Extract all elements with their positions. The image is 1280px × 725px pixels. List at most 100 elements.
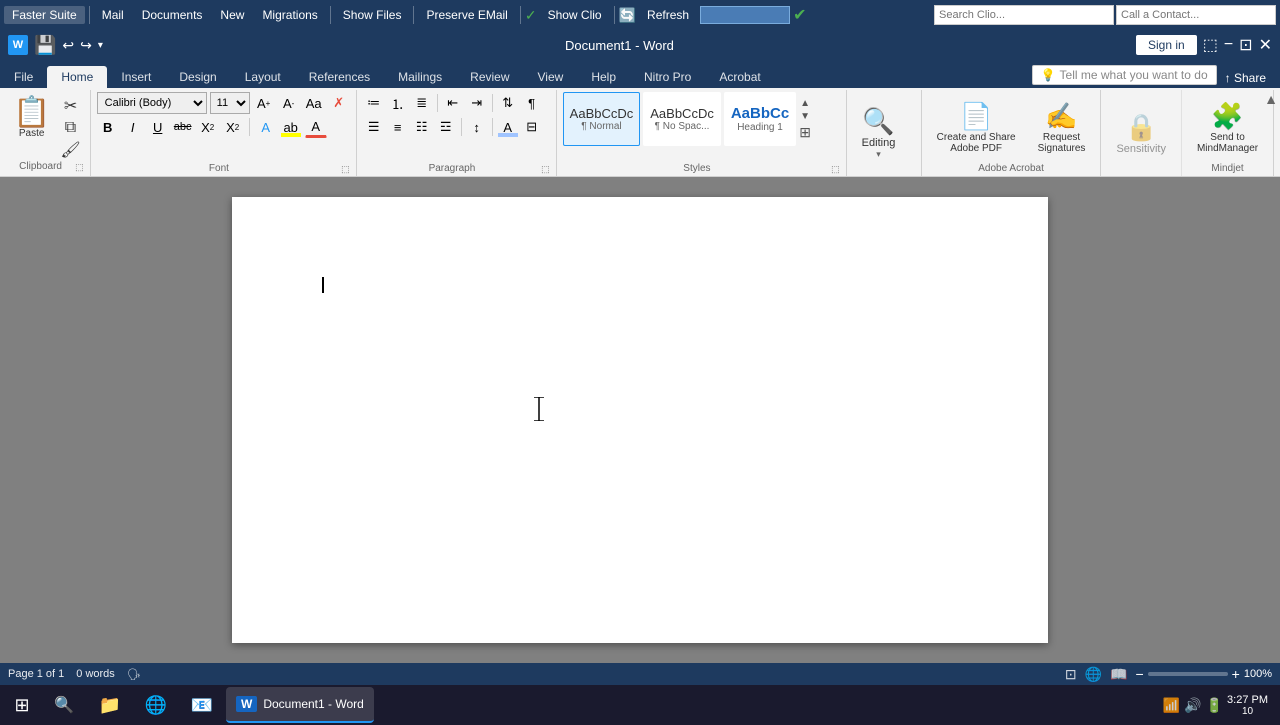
- decrease-indent-button[interactable]: ⇤: [442, 92, 464, 114]
- paste-button[interactable]: 📋 Paste: [6, 93, 57, 161]
- clipboard-expand-icon[interactable]: ⬚: [75, 162, 84, 173]
- font-size-select[interactable]: 11: [210, 92, 250, 114]
- mindmanager-button[interactable]: 🧩 Send toMindManager: [1188, 96, 1267, 159]
- tab-review[interactable]: Review: [456, 66, 523, 88]
- bullets-button[interactable]: ≔: [363, 92, 385, 114]
- styles-expand-icon[interactable]: ⬚: [831, 164, 840, 175]
- increase-indent-button[interactable]: ⇥: [466, 92, 488, 114]
- tab-layout[interactable]: Layout: [231, 66, 295, 88]
- styles-scroll-up[interactable]: ▲: [799, 98, 811, 109]
- taskbar-show-clio[interactable]: Show Clio: [540, 6, 610, 24]
- page-count[interactable]: Page 1 of 1: [8, 668, 64, 680]
- underline-button[interactable]: U: [147, 116, 169, 138]
- tab-file[interactable]: File: [0, 66, 47, 88]
- styles-expand[interactable]: ⊞: [799, 124, 811, 141]
- share-button[interactable]: ↑ Share: [1217, 71, 1274, 85]
- cut-button[interactable]: ✂: [57, 95, 83, 117]
- sensitivity-button[interactable]: 🔒 Sensitivity: [1107, 107, 1175, 160]
- restore-button[interactable]: ⊡: [1239, 35, 1252, 55]
- highlight-button[interactable]: ab: [280, 116, 302, 138]
- tab-help[interactable]: Help: [577, 66, 630, 88]
- zoom-slider[interactable]: [1148, 672, 1228, 676]
- format-painter-button[interactable]: 🖌: [57, 139, 83, 161]
- taskbar-search-button[interactable]: 🔍: [42, 687, 86, 723]
- tab-view[interactable]: View: [524, 66, 578, 88]
- line-spacing-button[interactable]: ↕: [466, 116, 488, 138]
- strikethrough-button[interactable]: abc: [172, 116, 194, 138]
- language-indicator[interactable]: 🗣: [127, 668, 141, 681]
- style-no-spacing[interactable]: AaBbCcDc ¶ No Spac...: [643, 92, 721, 146]
- taskbar-refresh[interactable]: Refresh: [639, 6, 697, 24]
- taskbar-file-explorer[interactable]: 📁: [88, 687, 132, 723]
- align-center-button[interactable]: ≡: [387, 116, 409, 138]
- print-layout-button[interactable]: ⊡: [1065, 666, 1077, 683]
- taskbar-faster-suite[interactable]: Faster Suite: [4, 6, 85, 24]
- close-button[interactable]: ✕: [1259, 35, 1272, 55]
- tab-home[interactable]: Home: [47, 66, 107, 88]
- styles-scroll-down[interactable]: ▼: [799, 111, 811, 122]
- taskbar-email[interactable]: 📧: [180, 687, 224, 723]
- taskbar-documents[interactable]: Documents: [134, 6, 211, 24]
- taskbar-mail[interactable]: Mail: [94, 6, 132, 24]
- show-hide-button[interactable]: ¶: [521, 92, 543, 114]
- grow-font-button[interactable]: A+: [253, 92, 275, 114]
- ribbon-collapse-button[interactable]: ▲: [1264, 90, 1278, 108]
- copy-button[interactable]: ⧉: [57, 118, 83, 138]
- redo-button[interactable]: ↪: [80, 37, 92, 54]
- tab-nitro-pro[interactable]: Nitro Pro: [630, 66, 705, 88]
- font-color-button[interactable]: A: [305, 116, 327, 138]
- document-page[interactable]: [232, 197, 1048, 643]
- word-count[interactable]: 0 words: [76, 668, 115, 680]
- tab-insert[interactable]: Insert: [107, 66, 165, 88]
- change-case-button[interactable]: Aa: [303, 92, 325, 114]
- shrink-font-button[interactable]: A-: [278, 92, 300, 114]
- style-heading1[interactable]: AaBbCc Heading 1: [724, 92, 796, 146]
- zoom-in-button[interactable]: +: [1232, 666, 1240, 682]
- align-right-button[interactable]: ☷: [411, 116, 433, 138]
- text-effects-button[interactable]: A: [255, 116, 277, 138]
- clear-formatting-button[interactable]: ✗: [328, 92, 350, 114]
- taskbar-browser[interactable]: 🌐: [134, 687, 178, 723]
- subscript-button[interactable]: X2: [197, 116, 219, 138]
- taskbar-show-files[interactable]: Show Files: [335, 6, 410, 24]
- taskbar-preserve-email[interactable]: Preserve EMail: [418, 6, 515, 24]
- font-name-select[interactable]: Calibri (Body): [97, 92, 207, 114]
- start-button[interactable]: ⊞: [4, 687, 40, 723]
- font-expand-icon[interactable]: ⬚: [341, 164, 350, 175]
- style-normal[interactable]: AaBbCcDc ¶ Normal: [563, 92, 641, 146]
- italic-button[interactable]: I: [122, 116, 144, 138]
- taskbar-migrations[interactable]: Migrations: [254, 6, 325, 24]
- customize-qat-button[interactable]: ▾: [98, 40, 103, 51]
- web-layout-button[interactable]: 🌐: [1085, 666, 1102, 683]
- numbering-button[interactable]: ⒈: [387, 92, 409, 114]
- save-button[interactable]: 💾: [34, 35, 56, 56]
- tab-acrobat[interactable]: Acrobat: [705, 66, 774, 88]
- bold-button[interactable]: B: [97, 116, 119, 138]
- justify-button[interactable]: ☲: [435, 116, 457, 138]
- paragraph-expand-icon[interactable]: ⬚: [541, 164, 550, 175]
- align-left-button[interactable]: ☰: [363, 116, 385, 138]
- multilevel-button[interactable]: ≣: [411, 92, 433, 114]
- tell-me-box[interactable]: 💡 Tell me what you want to do: [1032, 65, 1217, 85]
- minimize-button[interactable]: −: [1224, 36, 1233, 54]
- editing-button[interactable]: 🔍 Editing ▾: [853, 101, 905, 165]
- taskbar-new[interactable]: New: [212, 6, 252, 24]
- superscript-button[interactable]: X2: [222, 116, 244, 138]
- sign-in-button[interactable]: Sign in: [1136, 35, 1197, 55]
- request-signatures-button[interactable]: ✍ RequestSignatures: [1029, 96, 1095, 159]
- sort-button[interactable]: ⇅: [497, 92, 519, 114]
- tab-design[interactable]: Design: [165, 66, 230, 88]
- undo-button[interactable]: ↩: [62, 37, 74, 54]
- borders-button[interactable]: ⊟: [521, 116, 543, 138]
- zoom-out-button[interactable]: −: [1135, 666, 1143, 682]
- ribbon-display-options-button[interactable]: ⬚: [1203, 35, 1218, 55]
- call-contact-input[interactable]: [1116, 5, 1276, 25]
- tab-mailings[interactable]: Mailings: [384, 66, 456, 88]
- create-adobe-button[interactable]: 📄 Create and ShareAdobe PDF: [928, 96, 1025, 159]
- refresh-input[interactable]: [700, 6, 790, 24]
- read-mode-button[interactable]: 📖: [1110, 666, 1127, 683]
- tab-references[interactable]: References: [295, 66, 384, 88]
- search-clio-input[interactable]: [934, 5, 1114, 25]
- shading-button[interactable]: A: [497, 116, 519, 138]
- system-clock[interactable]: 3:27 PM 10: [1227, 694, 1268, 717]
